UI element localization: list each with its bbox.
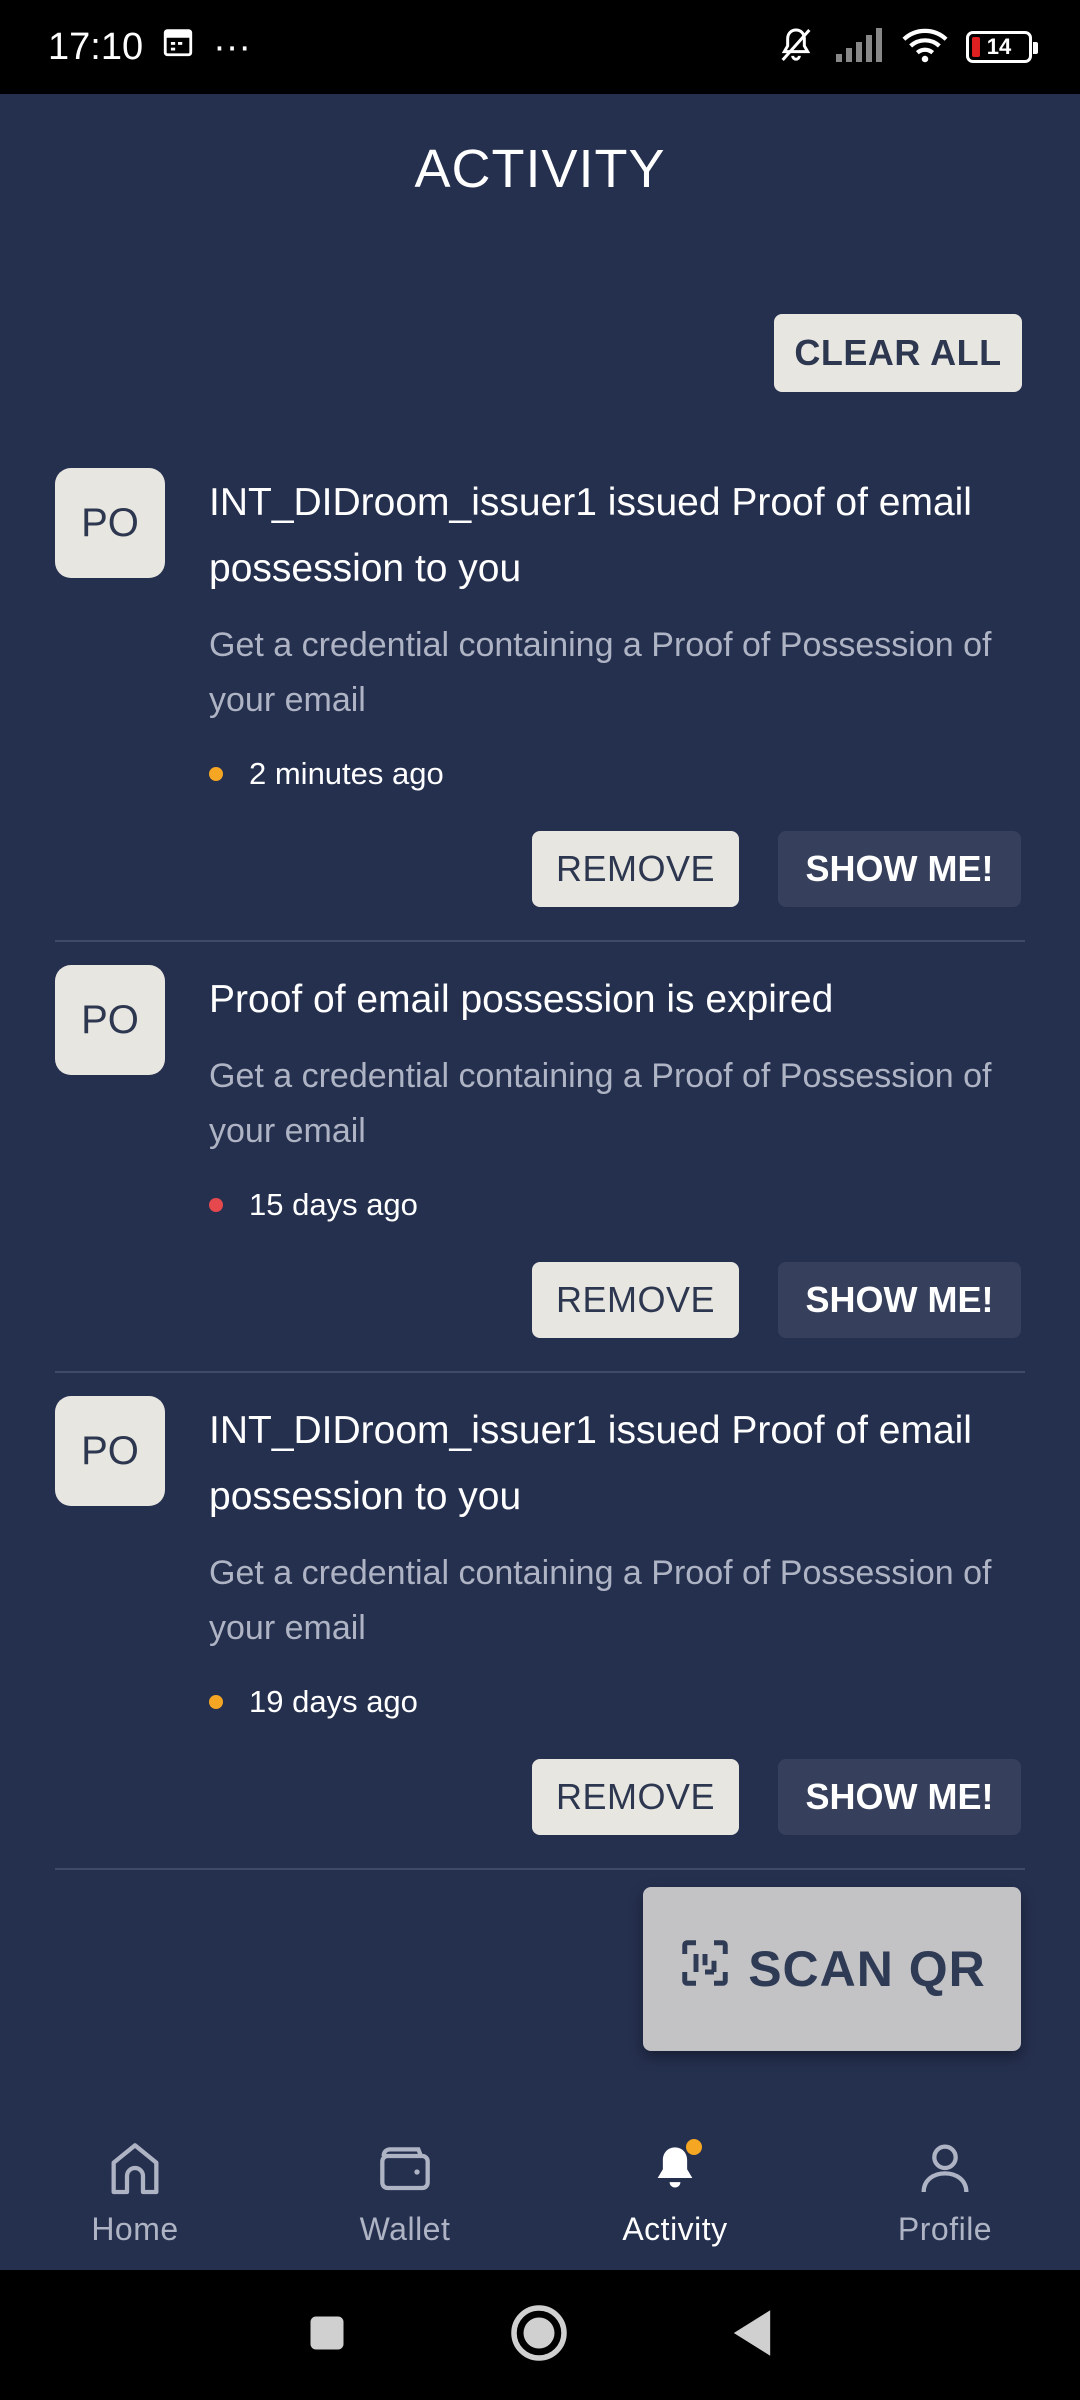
- clear-all-button[interactable]: CLEAR ALL: [774, 314, 1022, 392]
- scan-qr-label: SCAN QR: [748, 1941, 986, 1997]
- wallet-icon: [370, 2133, 440, 2203]
- home-circle-icon[interactable]: [509, 2303, 569, 2368]
- avatar: PO: [55, 1396, 165, 1506]
- nav-home-label: Home: [91, 2210, 179, 2247]
- nav-wallet[interactable]: Wallet: [270, 2110, 540, 2270]
- notification-time-row: 2 minutes ago: [209, 756, 444, 792]
- notification-description: Get a credential containing a Proof of P…: [209, 1554, 992, 1647]
- notification-title: INT_DIDroom_issuer1 issued Proof of emai…: [209, 481, 972, 590]
- header: ACTIVITY: [0, 94, 1080, 244]
- nav-profile-label: Profile: [897, 2210, 993, 2247]
- show-me-button[interactable]: SHOW ME!: [778, 1262, 1021, 1338]
- notification-item: PO Proof of email possession is expired …: [55, 965, 1025, 1373]
- avatar: PO: [55, 468, 165, 578]
- remove-button[interactable]: REMOVE: [532, 1262, 739, 1338]
- notification-title: INT_DIDroom_issuer1 issued Proof of emai…: [209, 1409, 972, 1518]
- status-dot: [209, 767, 223, 781]
- notification-time-row: 15 days ago: [209, 1187, 418, 1223]
- system-navigation-bar: [0, 2270, 1080, 2400]
- notification-time: 19 days ago: [249, 1684, 418, 1719]
- notification-description: Get a credential containing a Proof of P…: [209, 1057, 992, 1150]
- home-icon: [100, 2133, 170, 2203]
- signal-icon: [834, 27, 884, 67]
- nav-activity-label: Activity: [622, 2210, 728, 2247]
- person-icon: [910, 2133, 980, 2203]
- notification-time: 2 minutes ago: [249, 756, 444, 791]
- notification-item: PO INT_DIDroom_issuer1 issued Proof of e…: [55, 468, 1025, 942]
- show-me-button[interactable]: SHOW ME!: [778, 1759, 1021, 1835]
- back-icon[interactable]: [729, 2308, 775, 2363]
- wifi-icon: [902, 27, 948, 68]
- notification-description: Get a credential containing a Proof of P…: [209, 626, 992, 719]
- recent-apps-icon[interactable]: [305, 2311, 349, 2360]
- show-me-button[interactable]: SHOW ME!: [778, 831, 1021, 907]
- status-dot: [209, 1695, 223, 1709]
- remove-button[interactable]: REMOVE: [532, 831, 739, 907]
- bell-icon: [640, 2133, 710, 2203]
- muted-bell-icon: [776, 25, 816, 70]
- nav-home[interactable]: Home: [0, 2110, 270, 2270]
- more-notifications-icon: ···: [213, 25, 252, 68]
- avatar: PO: [55, 965, 165, 1075]
- bottom-navigation: Home Wallet Activity Profile: [0, 2110, 1080, 2270]
- notification-time-row: 19 days ago: [209, 1684, 418, 1720]
- notification-badge: [686, 2138, 702, 2155]
- nav-wallet-label: Wallet: [359, 2210, 451, 2247]
- status-bar: 17:10 ··· 14: [0, 0, 1080, 94]
- notification-time: 15 days ago: [249, 1187, 418, 1222]
- battery-level: 14: [986, 34, 1012, 59]
- remove-button[interactable]: REMOVE: [532, 1759, 739, 1835]
- nav-activity[interactable]: Activity: [540, 2110, 810, 2270]
- notification-item: PO INT_DIDroom_issuer1 issued Proof of e…: [55, 1396, 1025, 1870]
- page-title: ACTIVITY: [414, 139, 666, 199]
- nav-profile[interactable]: Profile: [810, 2110, 1080, 2270]
- notification-title: Proof of email possession is expired: [209, 978, 834, 1021]
- calendar-icon: [161, 25, 195, 69]
- clock: 17:10: [48, 25, 144, 68]
- status-dot: [209, 1198, 223, 1212]
- scan-qr-button[interactable]: SCAN QR: [643, 1887, 1021, 2051]
- qr-scan-icon: [678, 1936, 732, 2002]
- battery-indicator: 14: [966, 31, 1038, 63]
